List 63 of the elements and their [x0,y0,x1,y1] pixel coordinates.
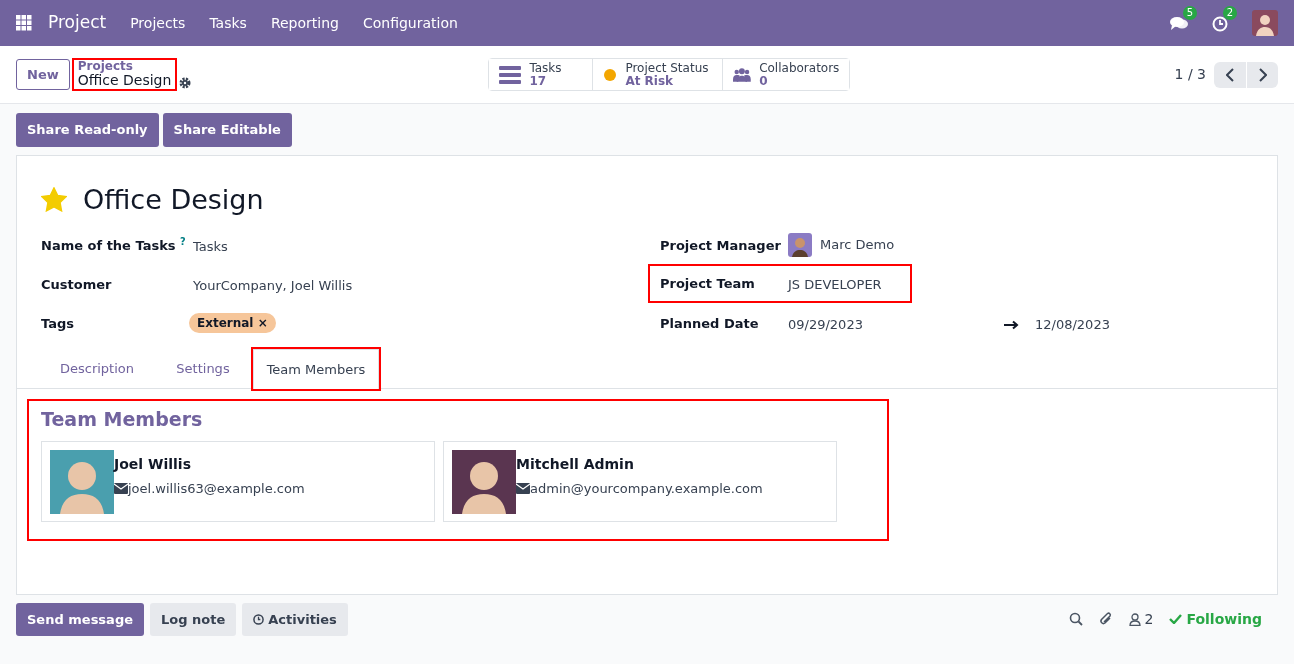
breadcrumb-current: Office Design [77,73,172,89]
field-label: Tags [41,316,74,331]
share-button[interactable]: Share Editable [162,113,292,147]
field-label: Planned Date [660,316,759,331]
envelope-icon [516,483,530,495]
star-icon[interactable] [41,187,67,213]
envelope-icon [114,483,128,495]
tab[interactable]: Description [41,349,153,388]
search-icon[interactable] [1068,612,1083,627]
clock-icon[interactable] [1212,15,1228,32]
user-avatar[interactable] [1252,10,1278,36]
activity-count: 2 [1222,6,1237,21]
user-avatar [788,233,812,257]
list-icon [499,65,522,84]
field-value: YourCompany, Joel Willis [193,278,353,293]
field-label: Name of the Tasks [41,238,176,253]
field-value: JS DEVELOPER [788,277,882,292]
menu-item[interactable]: Projects [130,12,186,34]
message-count: 5 [1182,6,1197,21]
end-date: 12/08/2023 [1035,316,1110,334]
member-email: admin@yourcompany.example.com [530,480,763,498]
chevron-left-icon [1226,68,1234,83]
chat-icon[interactable] [1170,16,1188,32]
field-label: Customer [41,277,112,292]
member-name: Mitchell Admin [516,455,635,474]
menu-item[interactable]: Tasks [209,12,247,34]
apps-menu-icon[interactable] [16,15,32,31]
check-icon [1169,614,1183,625]
followers-button[interactable]: 2 [1128,608,1154,630]
chatter-button[interactable]: Activities [242,602,348,636]
next-button[interactable] [1246,61,1278,88]
settings-icon[interactable] [179,76,192,89]
menu-item[interactable]: Configuration [362,12,458,34]
field-label: Project Manager [660,238,781,253]
clock-icon [253,613,265,625]
tab[interactable]: Settings [153,349,253,388]
app-name[interactable]: Project [48,10,107,36]
record-title: Office Design [83,182,264,217]
chatter-button[interactable]: Send message [16,602,144,636]
stat-button[interactable]: Tasks 17 [489,58,594,91]
field-label: Project Team [660,276,755,291]
start-date: 09/29/2023 [788,316,864,334]
tab[interactable]: Team Members [253,349,379,389]
person-icon [1128,612,1141,626]
field-value: Marc Demo [820,236,895,255]
new-button[interactable]: New [16,58,70,91]
chevron-right-icon [1258,68,1267,83]
chatter-button[interactable]: Log note [150,602,237,636]
member-name: Joel Willis [114,455,192,474]
member-email: joel.willis63@example.com [128,480,305,498]
help-tooltip[interactable]: ? [180,236,186,248]
field-value: Tasks [193,239,228,254]
arrow-right-icon [1004,319,1019,330]
users-icon [733,65,752,84]
previous-button[interactable] [1214,61,1246,88]
section-title: Team Members [41,406,204,432]
remove-tag-button[interactable]: × [257,316,268,330]
share-button[interactable]: Share Read-only [16,113,159,147]
following-button[interactable]: Following [1169,608,1262,630]
tag: External × [189,313,276,333]
menu-item[interactable]: Reporting [270,12,339,34]
pager-text: 1 / 3 [1174,65,1206,84]
breadcrumb-link[interactable]: Projects [77,60,172,74]
